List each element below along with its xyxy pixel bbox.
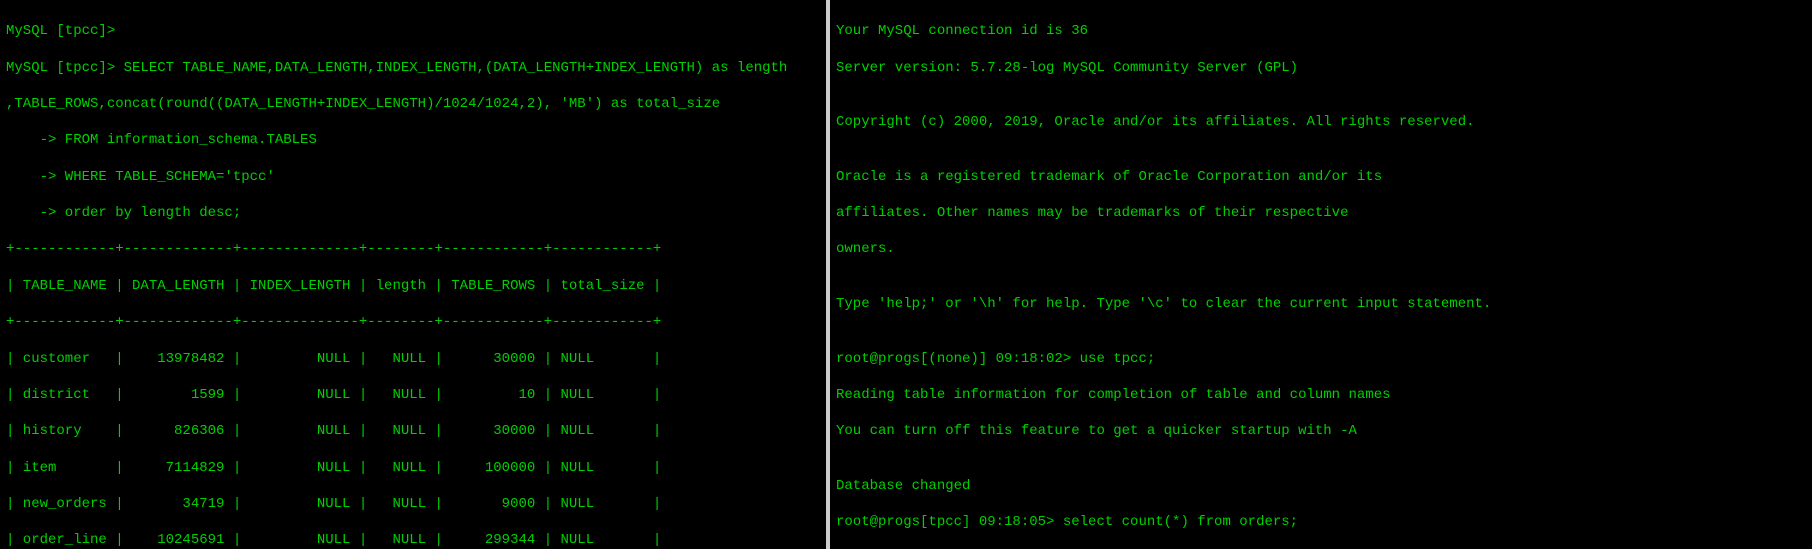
query-line: ,TABLE_ROWS,concat(round((DATA_LENGTH+IN… <box>6 95 820 113</box>
query-line: MySQL [tpcc]> SELECT TABLE_NAME,DATA_LEN… <box>6 59 820 77</box>
info-line: Copyright (c) 2000, 2019, Oracle and/or … <box>836 113 1806 131</box>
info-line: Server version: 5.7.28-log MySQL Communi… <box>836 59 1806 77</box>
info-line: affiliates. Other names may be trademark… <box>836 204 1806 222</box>
info-line: Database changed <box>836 477 1806 495</box>
table-row: | customer | 13978482 | NULL | NULL | 30… <box>6 350 820 368</box>
mysql-prompt: root@progs[tpcc] 09:18:05> select count(… <box>836 513 1806 531</box>
query-line: -> WHERE TABLE_SCHEMA='tpcc' <box>6 168 820 186</box>
table-border: +------------+-------------+------------… <box>6 240 820 258</box>
table-row: | history | 826306 | NULL | NULL | 30000… <box>6 422 820 440</box>
table-row: | district | 1599 | NULL | NULL | 10 | N… <box>6 386 820 404</box>
table-header: | TABLE_NAME | DATA_LENGTH | INDEX_LENGT… <box>6 277 820 295</box>
info-line: Reading table information for completion… <box>836 386 1806 404</box>
info-line: Oracle is a registered trademark of Orac… <box>836 168 1806 186</box>
terminal-left-pane[interactable]: MySQL [tpcc]> MySQL [tpcc]> SELECT TABLE… <box>0 0 830 549</box>
terminal-right-pane[interactable]: Your MySQL connection id is 36 Server ve… <box>830 0 1812 549</box>
info-line: Type 'help;' or '\h' for help. Type '\c'… <box>836 295 1806 313</box>
info-line: Your MySQL connection id is 36 <box>836 22 1806 40</box>
table-row: | order_line | 10245691 | NULL | NULL | … <box>6 531 820 549</box>
table-row: | new_orders | 34719 | NULL | NULL | 900… <box>6 495 820 513</box>
query-line: -> order by length desc; <box>6 204 820 222</box>
query-line: -> FROM information_schema.TABLES <box>6 131 820 149</box>
info-line: You can turn off this feature to get a q… <box>836 422 1806 440</box>
table-border: +------------+-------------+------------… <box>6 313 820 331</box>
mysql-prompt: root@progs[(none)] 09:18:02> use tpcc; <box>836 350 1806 368</box>
mysql-prompt: MySQL [tpcc]> <box>6 22 820 40</box>
table-row: | item | 7114829 | NULL | NULL | 100000 … <box>6 459 820 477</box>
info-line: owners. <box>836 240 1806 258</box>
